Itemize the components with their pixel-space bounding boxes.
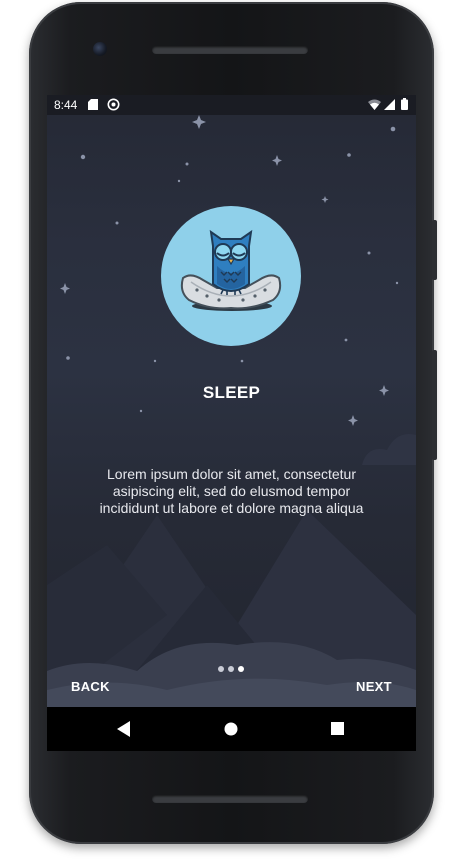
top-speaker [152, 46, 308, 54]
page-indicator [216, 666, 248, 674]
wifi-icon [368, 99, 381, 110]
battery-icon [401, 98, 408, 110]
sync-icon [107, 98, 120, 111]
volume-button [432, 350, 437, 460]
system-navigation-bar [47, 707, 416, 751]
status-time: 8:44 [54, 98, 78, 112]
sd-card-icon [88, 99, 98, 110]
home-circle-icon[interactable] [224, 722, 238, 736]
page-dot-3 [238, 666, 244, 672]
night-sky-background [47, 115, 416, 707]
recents-square-icon[interactable] [331, 722, 344, 735]
app-screen: 8:44 SLEEP Lorem ipsum dolor sit amet, c… [47, 95, 416, 707]
next-button[interactable]: NEXT [356, 679, 392, 694]
back-triangle-icon[interactable] [117, 721, 131, 737]
page-dot-2 [228, 666, 234, 672]
sleep-logo-circle [161, 206, 301, 346]
onboarding-title: SLEEP [202, 383, 261, 402]
onboarding-description: Lorem ipsum dolor sit amet, consectetur … [99, 466, 364, 516]
front-camera [93, 42, 107, 56]
owl-on-pillow-icon [180, 229, 282, 311]
status-bar: 8:44 [47, 95, 416, 115]
signal-icon [384, 99, 395, 110]
page-dot-1 [218, 666, 224, 672]
power-button [432, 220, 437, 280]
back-button[interactable]: BACK [71, 679, 110, 694]
bottom-speaker [152, 795, 308, 803]
